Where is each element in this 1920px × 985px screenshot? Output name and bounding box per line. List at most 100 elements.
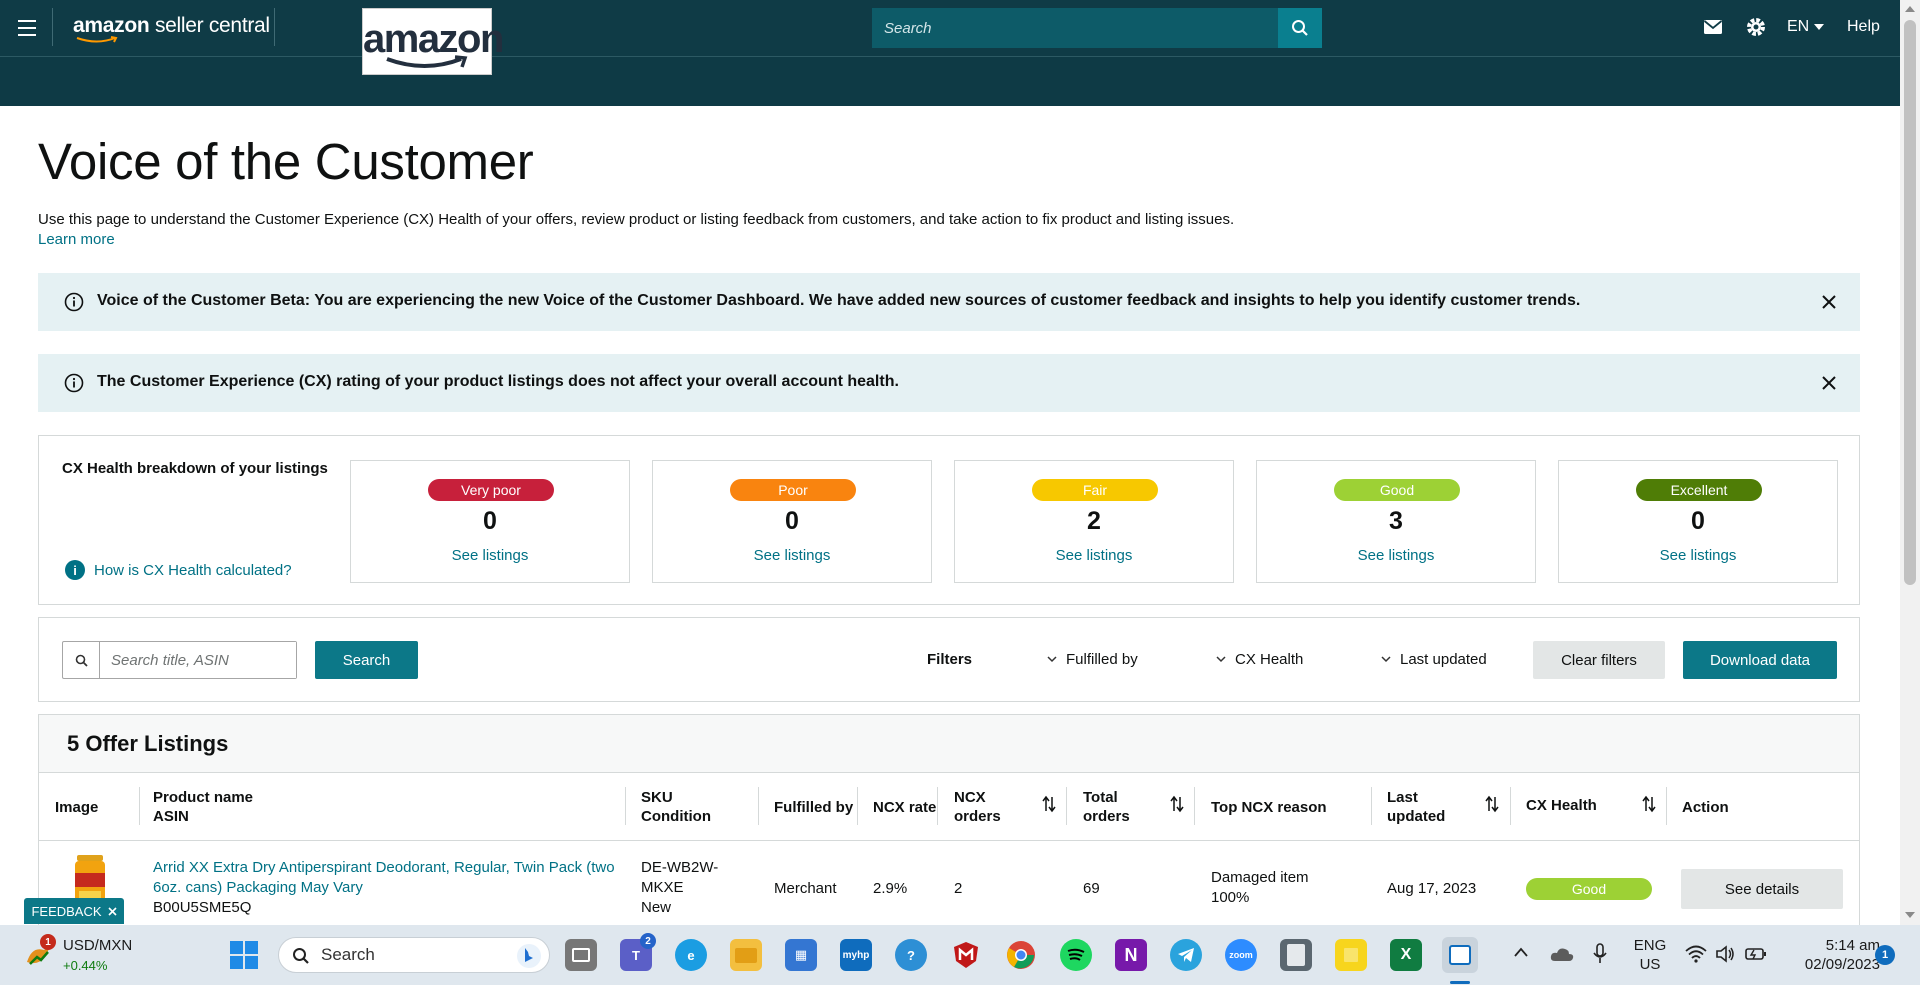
volume-icon[interactable] [1715,945,1735,963]
snipping-tool-icon[interactable] [1442,937,1478,973]
column-divider [758,787,759,825]
see-listings-link[interactable]: See listings [955,547,1233,564]
col-fulfilled-by: Fulfilled by [774,799,854,816]
clear-filters-button[interactable]: Clear filters [1533,641,1665,679]
battery-icon[interactable] [1745,946,1767,962]
scroll-down-icon[interactable] [1905,912,1915,918]
col-last-updated-label-1: Last [1387,789,1418,806]
search-button[interactable]: Search [315,641,418,679]
fulfilled-by-label: Fulfilled by [1066,651,1138,668]
amazon-logo: amazon [362,8,504,75]
excel-icon[interactable]: X [1390,939,1422,971]
menu-icon[interactable] [14,15,40,41]
cx-badge: Poor [730,479,856,501]
see-listings-link[interactable]: See listings [653,547,931,564]
file-explorer-icon[interactable] [730,939,762,971]
col-image: Image [55,799,99,816]
language-selector[interactable]: EN [1787,18,1825,36]
filters-label: Filters [927,651,973,668]
input-language-code: ENG [1633,937,1667,954]
input-language[interactable]: ENG US [1628,936,1672,974]
wifi-icon[interactable] [1685,945,1707,963]
divider [52,8,53,46]
column-divider [937,787,938,825]
global-search-button[interactable] [1278,8,1322,48]
close-icon[interactable] [1820,374,1838,392]
cx-health-help-link[interactable]: i How is CX Health calculated? [65,560,292,580]
listing-search-input[interactable] [101,642,296,678]
col-sku: SKU Condition [641,788,711,826]
system-clock[interactable]: 5:14 am 02/09/2023 [1780,936,1880,974]
cx-health-filter[interactable]: CX Health [1216,651,1303,668]
seller-central-brand[interactable]: amazon seller central [73,14,270,43]
see-listings-link[interactable]: See listings [351,547,629,564]
spotify-icon[interactable] [1060,939,1092,971]
windows-start-icon[interactable] [229,940,259,970]
column-divider [625,787,626,825]
onenote-label: N [1124,944,1138,965]
global-search-input[interactable] [872,8,1278,48]
see-listings-link[interactable]: See listings [1257,547,1535,564]
see-listings-link[interactable]: See listings [1559,547,1837,564]
see-details-button[interactable]: See details [1681,869,1843,909]
top-ncx-reason-value: Damaged item 100% [1211,868,1309,908]
filter-bar: Search Filters Fulfilled by CX Health La… [38,617,1860,702]
chrome-icon[interactable] [1005,939,1037,971]
page-scrollbar[interactable] [1900,0,1920,925]
teams-badge: 2 [640,933,656,949]
product-name-link[interactable]: Arrid XX Extra Dry Antiperspirant Deodor… [153,858,615,898]
task-view-icon[interactable] [565,939,597,971]
cx-card-excellent: Excellent 0 See listings [1558,460,1838,583]
gear-icon[interactable] [1745,16,1767,38]
edge-icon[interactable]: e [675,939,707,971]
page-description: Use this page to understand the Customer… [38,211,1235,228]
download-data-button[interactable]: Download data [1683,641,1837,679]
info-icon [64,373,84,393]
chevron-up-icon[interactable] [1514,947,1528,957]
clock-date: 02/09/2023 [1804,956,1880,973]
microsoft-store-icon[interactable]: ▦ [785,939,817,971]
learn-more-link[interactable]: Learn more [38,231,115,248]
col-ncx-orders-label-1: NCX [954,789,986,806]
calculator-icon[interactable] [1280,939,1312,971]
fulfilled-by-filter[interactable]: Fulfilled by [1047,651,1138,668]
cx-count: 0 [1691,507,1705,535]
col-cx-health: CX Health [1526,797,1597,814]
feedback-tab[interactable]: FEEDBACK [24,898,124,924]
info-icon: i [65,560,85,580]
mail-icon[interactable] [1703,19,1723,35]
last-updated-filter[interactable]: Last updated [1381,651,1487,668]
onenote-icon[interactable]: N [1115,939,1147,971]
sort-icon[interactable] [1642,795,1656,813]
microphone-icon[interactable] [1593,943,1607,965]
fulfilled-by-value: Merchant [774,880,837,897]
top-navigation-bar: amazon seller central EN Help [0,0,1900,56]
sort-icon[interactable] [1042,795,1056,813]
onedrive-icon[interactable] [1550,946,1574,962]
product-name-line: Arrid XX Extra Dry Antiperspirant Deodor… [153,859,615,876]
scrollbar-thumb[interactable] [1904,20,1916,585]
chevron-down-icon [1381,656,1391,663]
bing-icon[interactable] [516,943,542,969]
notification-center-badge[interactable]: 1 [1875,945,1895,965]
sort-icon[interactable] [1170,795,1184,813]
mcafee-icon[interactable] [950,939,982,971]
telegram-icon[interactable] [1170,939,1202,971]
ncx-rate-value: 2.9% [873,880,908,897]
zoom-label: zoom [1229,950,1253,960]
zoom-icon[interactable]: zoom [1225,939,1257,971]
help-link[interactable]: Help [1847,18,1880,36]
get-help-icon[interactable]: ? [895,939,927,971]
taskbar-search[interactable]: Search [278,937,550,973]
scroll-up-icon[interactable] [1905,6,1915,12]
sticky-notes-icon[interactable] [1335,939,1367,971]
cx-count: 3 [1389,507,1403,535]
listing-search [62,641,297,679]
close-icon[interactable] [107,906,117,916]
myhp-icon[interactable]: myhp [840,939,872,971]
sort-icon[interactable] [1485,795,1499,813]
close-icon[interactable] [1820,293,1838,311]
ticker-symbol[interactable]: USD/MXN [63,936,132,955]
cx-badge: Fair [1032,479,1158,501]
product-name-line: 6oz. cans) Packaging May Vary [153,879,363,896]
